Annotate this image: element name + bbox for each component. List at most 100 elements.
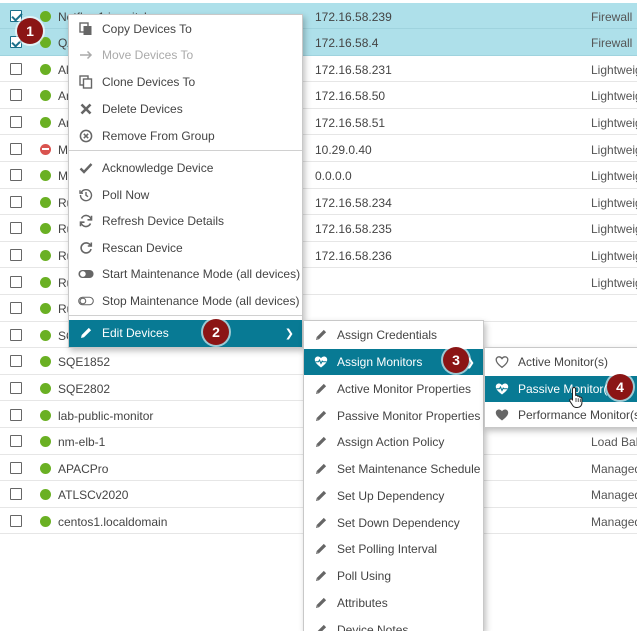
status-up-icon: [40, 37, 51, 49]
status-up-icon: [40, 170, 51, 182]
menu-item-delete-devices[interactable]: Delete Devices: [69, 96, 302, 123]
menu-item-attributes[interactable]: Attributes: [304, 590, 483, 617]
status-up-icon: [40, 489, 51, 501]
pencil-icon: [313, 461, 329, 477]
row-checkbox[interactable]: [10, 514, 22, 527]
menu-item-assign-credentials[interactable]: Assign Credentials: [304, 322, 483, 349]
menu-item-label: Active Monitor Properties: [337, 381, 472, 396]
menu-separator: [69, 315, 302, 316]
device-name[interactable]: ATLSCv2020: [58, 488, 128, 502]
menu-item-set-down-dependency[interactable]: Set Down Dependency: [304, 509, 483, 536]
menu-item-poll-now[interactable]: Poll Now: [69, 182, 302, 209]
status-up-icon: [40, 223, 51, 235]
menu-item-refresh-device-details[interactable]: Refresh Device Details: [69, 208, 302, 235]
row-checkbox[interactable]: [10, 302, 22, 315]
device-name[interactable]: M: [58, 143, 68, 157]
menu-item-label: Set Down Dependency: [337, 515, 460, 530]
row-checkbox[interactable]: [10, 142, 22, 155]
pencil-icon: [313, 515, 329, 531]
menu-item-label: Set Polling Interval: [337, 542, 438, 557]
menu-item-clone-devices-to[interactable]: Clone Devices To: [69, 69, 302, 96]
row-checkbox[interactable]: [10, 222, 22, 235]
menu-item-start-maintenance-mode-all-devices[interactable]: Start Maintenance Mode (all devices): [69, 261, 302, 288]
pencil-icon: [313, 568, 329, 584]
menu-item-poll-using[interactable]: Poll Using: [304, 563, 483, 590]
row-checkbox[interactable]: [10, 328, 22, 341]
status-up-icon: [40, 276, 51, 288]
device-type: Firewall: [591, 36, 633, 51]
menu-item-label: Set Up Dependency: [337, 488, 445, 503]
hand-cursor-icon: [569, 386, 583, 408]
menu-item-label: Assign Monitors: [337, 355, 423, 370]
device-name[interactable]: SQE1852: [58, 355, 110, 369]
status-up-icon: [40, 356, 51, 368]
device-type: Managed: [591, 488, 637, 503]
menu-item-assign-action-policy[interactable]: Assign Action Policy: [304, 429, 483, 456]
rescan-icon: [78, 240, 94, 256]
status-up-icon: [40, 515, 51, 527]
device-name[interactable]: SQE2802: [58, 382, 110, 396]
row-checkbox[interactable]: [10, 9, 22, 22]
menu-item-label: Poll Using: [337, 569, 392, 584]
pencil-icon: [313, 541, 329, 557]
pencil-icon: [313, 622, 329, 631]
device-type: Load Bal: [591, 435, 637, 450]
device-name[interactable]: APACPro: [58, 462, 108, 476]
row-checkbox[interactable]: [10, 62, 22, 75]
menu-item-acknowledge-device[interactable]: Acknowledge Device: [69, 155, 302, 182]
row-checkbox[interactable]: [10, 435, 22, 448]
step-badge-3: 3: [443, 347, 469, 373]
refresh-icon: [78, 213, 94, 229]
device-name[interactable]: M: [58, 169, 68, 183]
menu-item-copy-devices-to[interactable]: Copy Devices To: [69, 16, 302, 43]
pencil-icon: [313, 488, 329, 504]
pencil-icon: [313, 381, 329, 397]
row-checkbox[interactable]: [10, 408, 22, 421]
menu-item-performance-monitor-s[interactable]: Performance Monitor(s): [485, 402, 637, 429]
menu-item-label: Copy Devices To: [102, 22, 192, 37]
menu-item-remove-from-group[interactable]: Remove From Group: [69, 123, 302, 150]
row-checkbox[interactable]: [10, 381, 22, 394]
menu-item-label: Acknowledge Device: [102, 161, 214, 176]
row-checkbox[interactable]: [10, 275, 22, 288]
menu-item-passive-monitor-properties[interactable]: Passive Monitor Properties: [304, 402, 483, 429]
heart-outline-icon: [494, 354, 510, 370]
row-checkbox[interactable]: [10, 115, 22, 128]
row-checkbox[interactable]: [10, 169, 22, 182]
row-checkbox[interactable]: [10, 195, 22, 208]
menu-item-rescan-device[interactable]: Rescan Device: [69, 235, 302, 262]
arrow-right-icon: [78, 47, 94, 63]
device-ip: 172.16.58.235: [315, 222, 392, 237]
device-name[interactable]: lab-public-monitor: [58, 409, 153, 423]
device-ip: 172.16.58.234: [315, 195, 392, 210]
status-up-icon: [40, 90, 51, 102]
menu-item-label: Refresh Device Details: [102, 214, 225, 229]
menu-item-active-monitor-properties[interactable]: Active Monitor Properties: [304, 376, 483, 403]
menu-item-active-monitor-s[interactable]: Active Monitor(s): [485, 349, 637, 376]
toggle-on-icon: [78, 266, 94, 282]
menu-item-move-devices-to: Move Devices To: [69, 42, 302, 69]
menu-item-label: Move Devices To: [102, 48, 194, 63]
menu-item-edit-devices[interactable]: Edit Devices ❯: [69, 320, 302, 347]
menu-item-set-maintenance-schedule[interactable]: Set Maintenance Schedule: [304, 456, 483, 483]
row-checkbox[interactable]: [10, 488, 22, 501]
menu-item-label: Stop Maintenance Mode (all devices): [102, 294, 300, 309]
status-up-icon: [40, 10, 51, 22]
row-checkbox[interactable]: [10, 355, 22, 368]
menu-item-set-polling-interval[interactable]: Set Polling Interval: [304, 536, 483, 563]
row-checkbox[interactable]: [10, 89, 22, 102]
menu-item-label: Delete Devices: [102, 102, 183, 117]
heart-filled-icon: [494, 407, 510, 423]
menu-item-stop-maintenance-mode-all-devices[interactable]: Stop Maintenance Mode (all devices): [69, 288, 302, 315]
device-name[interactable]: nm-elb-1: [58, 435, 105, 449]
menu-item-label: Remove From Group: [102, 129, 215, 144]
row-checkbox[interactable]: [10, 248, 22, 261]
row-checkbox[interactable]: [10, 461, 22, 474]
device-name[interactable]: centos1.localdomain: [58, 515, 167, 529]
device-type: Lightweig: [591, 142, 637, 157]
menu-item-set-up-dependency[interactable]: Set Up Dependency: [304, 483, 483, 510]
step-badge-4: 4: [607, 374, 633, 400]
menu-item-label: Assign Action Policy: [337, 435, 445, 450]
menu-item-device-notes[interactable]: Device Notes: [304, 616, 483, 631]
device-ip: 172.16.58.50: [315, 89, 386, 104]
